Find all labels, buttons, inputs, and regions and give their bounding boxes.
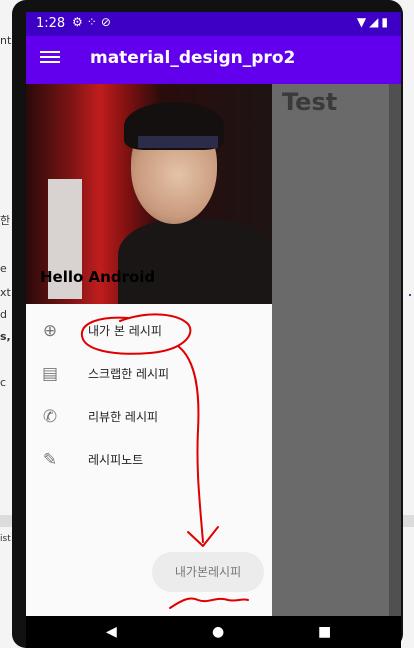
drawer-item-label: 스크랩한 레시피 — [88, 367, 170, 381]
background-text: e — [0, 262, 7, 275]
background-text: s, — [0, 330, 11, 343]
app-bar: material_design_pro2 — [26, 36, 401, 84]
hamburger-icon[interactable] — [40, 48, 60, 68]
dots-icon: ⁘ — [86, 15, 101, 29]
background-text: . — [407, 286, 412, 299]
background-text: 한 — [0, 214, 11, 227]
status-bar: 1:28 ⚙⁘⊘ ▼◢▮ — [26, 12, 401, 36]
drawer-header: Hello Android — [26, 84, 272, 304]
drawer-header-title: Hello Android — [40, 268, 156, 286]
viewed-recipes-chip[interactable]: 내가본레시피 — [152, 552, 264, 592]
status-time: 1:28 — [36, 16, 66, 31]
status-right-icons: ▼◢▮ — [357, 15, 391, 29]
sync-icon: ⊘ — [100, 15, 115, 29]
content-heading: Test — [282, 88, 338, 116]
nav-bar: ◀ ● ■ — [26, 616, 401, 648]
clipboard-icon: ▤ — [41, 364, 59, 384]
device-screen: 1:28 ⚙⁘⊘ ▼◢▮ material_design_pro2 Test H… — [26, 12, 401, 616]
drawer-menu: ⊕ 내가 본 레시피 ▤ 스크랩한 레시피 ✆ 리뷰한 레시피 ✎ 레시피노트 — [26, 304, 272, 481]
add-circle-icon: ⊕ — [42, 321, 58, 341]
drawer-item-viewed-recipes[interactable]: ⊕ 내가 본 레시피 — [26, 309, 272, 352]
navigation-drawer: Hello Android ⊕ 내가 본 레시피 ▤ 스크랩한 레시피 ✆ 리뷰… — [26, 84, 272, 616]
battery-icon: ▮ — [381, 15, 391, 29]
app-title: material_design_pro2 — [90, 48, 296, 68]
background-text: ist — [0, 534, 11, 544]
recents-icon[interactable]: ■ — [318, 624, 331, 640]
background-text: d — [0, 308, 7, 321]
back-icon[interactable]: ◀ — [106, 624, 117, 640]
background-text: nt — [0, 34, 12, 47]
background-text: c — [0, 376, 7, 389]
pencil-icon: ✎ — [42, 450, 58, 470]
drawer-item-label: 레시피노트 — [88, 453, 144, 467]
drawer-item-label: 내가 본 레시피 — [88, 324, 162, 338]
drawer-item-reviewed-recipes[interactable]: ✆ 리뷰한 레시피 — [26, 395, 272, 438]
drawer-item-recipe-note[interactable]: ✎ 레시피노트 — [26, 438, 272, 481]
background-text: xt — [0, 286, 11, 299]
phone-frame: 1:28 ⚙⁘⊘ ▼◢▮ material_design_pro2 Test H… — [12, 0, 403, 648]
status-left-icons: ⚙⁘⊘ — [72, 15, 115, 29]
content-edge — [389, 84, 401, 616]
drawer-item-label: 리뷰한 레시피 — [88, 410, 159, 424]
home-icon[interactable]: ● — [212, 624, 224, 640]
signal-icon: ◢ — [369, 15, 382, 29]
drawer-item-scrapped-recipes[interactable]: ▤ 스크랩한 레시피 — [26, 352, 272, 395]
gear-icon: ⚙ — [72, 15, 87, 29]
phone-icon: ✆ — [42, 407, 58, 427]
wifi-icon: ▼ — [356, 15, 370, 29]
